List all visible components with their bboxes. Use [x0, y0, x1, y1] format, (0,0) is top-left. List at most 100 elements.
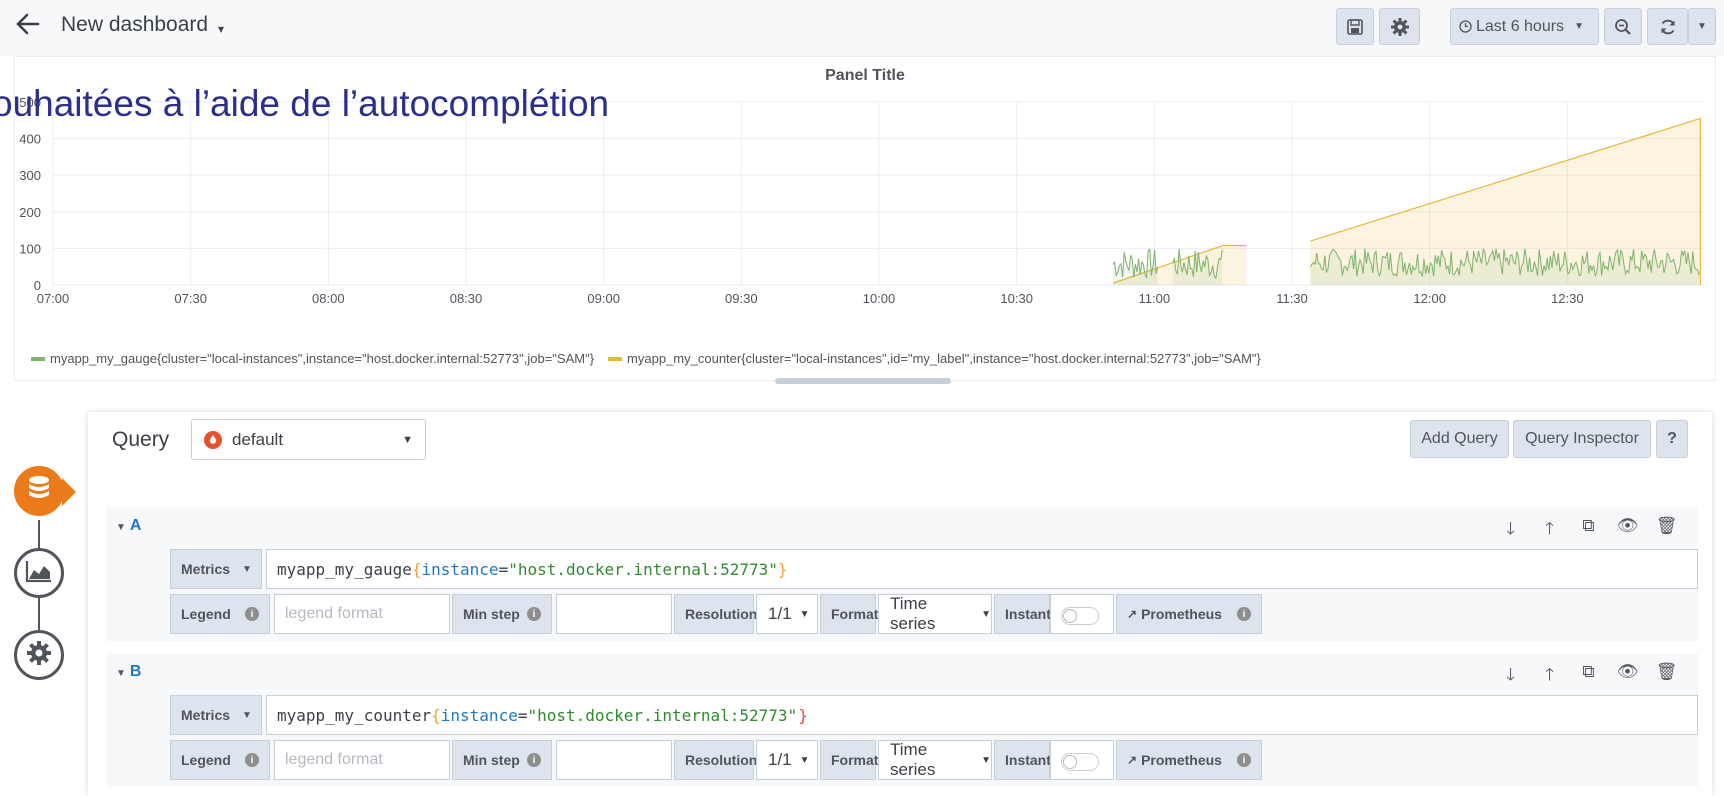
x-tick-label: 10:30: [1000, 291, 1033, 306]
instant-toggle-box: [1050, 740, 1114, 780]
query-refid-a[interactable]: ▼ A: [116, 517, 141, 535]
move-down-icon[interactable]: 🡓: [1491, 662, 1530, 691]
info-icon[interactable]: i: [527, 753, 541, 767]
legend-item-counter[interactable]: myapp_my_counter{cluster="local-instance…: [608, 351, 1261, 366]
chevron-down-icon: ▼: [242, 709, 252, 721]
promql-expression-input[interactable]: myapp_my_gauge{instance = "host.docker.int…: [266, 549, 1698, 589]
toggle-knob: [1063, 755, 1077, 769]
datasource-picker[interactable]: default ▼: [191, 419, 426, 460]
refresh-button[interactable]: [1647, 8, 1688, 45]
panel-resize-handle[interactable]: [775, 378, 951, 384]
prometheus-link-label[interactable]: ↗ Prometheus i: [1116, 594, 1262, 634]
chevron-down-icon: ▼: [402, 434, 413, 446]
resolution-select[interactable]: 1/1 ▼: [756, 594, 818, 634]
resolution-select[interactable]: 1/1 ▼: [756, 740, 818, 780]
resolution-value: 1/1: [768, 750, 792, 769]
gear-icon: [1390, 17, 1410, 37]
legend-format-input[interactable]: legend format: [274, 740, 450, 780]
promql-expression-input[interactable]: myapp_my_counter{instance = "host.docker.i…: [266, 695, 1698, 735]
info-icon[interactable]: i: [245, 753, 259, 767]
tab-general[interactable]: [14, 630, 64, 680]
eye-icon[interactable]: 👁: [1608, 662, 1647, 691]
move-up-icon[interactable]: 🡑: [1530, 662, 1569, 691]
prometheus-link-label[interactable]: ↗ Prometheus i: [1116, 740, 1262, 780]
dashboard-title[interactable]: New dashboard: [61, 13, 208, 37]
x-tick-label: 11:30: [1276, 291, 1308, 306]
instant-toggle[interactable]: [1061, 753, 1099, 771]
eye-icon[interactable]: 👁: [1608, 516, 1647, 545]
info-icon[interactable]: i: [1237, 753, 1251, 767]
instant-toggle-box: [1050, 594, 1114, 634]
database-icon: [26, 475, 52, 508]
expr-brace-open: {: [431, 705, 441, 725]
expr-equals: =: [498, 559, 509, 579]
query-section-label: Query: [112, 428, 170, 451]
legend-label-text: Legend: [181, 606, 231, 622]
legend-swatch-counter: [608, 356, 623, 361]
query-refid-b[interactable]: ▼ B: [116, 663, 141, 681]
trash-icon[interactable]: 🗑: [1647, 516, 1686, 545]
move-down-icon[interactable]: 🡓: [1491, 516, 1530, 545]
help-button[interactable]: ?: [1656, 420, 1688, 458]
expr-label-value: "host.docker.internal:52773": [527, 705, 798, 725]
prometheus-icon: [204, 430, 222, 449]
info-icon[interactable]: i: [1237, 607, 1251, 621]
active-tab-pointer: [62, 478, 76, 506]
save-dashboard-button[interactable]: [1336, 8, 1374, 45]
duplicate-icon[interactable]: ⧉: [1569, 662, 1608, 691]
legend-option-label: Legend i: [170, 594, 270, 634]
legend-format-input[interactable]: legend format: [274, 594, 450, 634]
x-tick-label: 07:30: [174, 291, 207, 306]
clock-icon: [1459, 20, 1472, 33]
prometheus-link-text: Prometheus: [1141, 752, 1222, 768]
metrics-dropdown[interactable]: Metrics ▼: [170, 695, 262, 735]
resolution-value: 1/1: [768, 604, 792, 623]
min-step-input[interactable]: [556, 740, 672, 780]
expr-brace-open: {: [411, 559, 422, 579]
trash-icon[interactable]: 🗑: [1647, 662, 1686, 691]
info-icon[interactable]: i: [527, 607, 541, 621]
format-option-label: Format: [820, 594, 878, 634]
expr-brace-close: }: [798, 705, 808, 725]
legend-label-counter: myapp_my_counter{cluster="local-instance…: [627, 351, 1261, 366]
chevron-down-icon: ▼: [242, 563, 252, 575]
dashboard-settings-button[interactable]: [1379, 8, 1420, 45]
graph-legend: myapp_my_gauge{cluster="local-instances"…: [31, 351, 1275, 366]
zoom-out-button[interactable]: [1604, 8, 1642, 45]
toggle-knob: [1063, 609, 1077, 623]
tab-queries[interactable]: [14, 466, 64, 516]
external-link-icon: ↗: [1127, 753, 1138, 767]
format-select[interactable]: Time series ▼: [878, 594, 992, 634]
instant-toggle[interactable]: [1061, 607, 1099, 625]
query-actions-a: 🡓 🡑 ⧉ 👁 🗑: [1491, 516, 1686, 545]
tab-visualization[interactable]: [14, 548, 64, 598]
prometheus-link-text: Prometheus: [1141, 606, 1222, 622]
duplicate-icon[interactable]: ⧉: [1569, 516, 1608, 545]
arrow-left-icon[interactable]: [14, 10, 46, 42]
chevron-down-icon[interactable]: ▾: [218, 22, 224, 36]
time-range-picker[interactable]: Last 6 hours ▼: [1450, 8, 1599, 45]
legend-item-gauge[interactable]: myapp_my_gauge{cluster="local-instances"…: [31, 351, 594, 366]
zoom-out-icon: [1614, 18, 1632, 36]
query-refid-label: A: [129, 517, 142, 534]
info-icon[interactable]: i: [245, 607, 259, 621]
chevron-down-icon: ▼: [981, 754, 991, 766]
format-select[interactable]: Time series ▼: [878, 740, 992, 780]
add-query-button[interactable]: Add Query: [1410, 420, 1509, 458]
min-step-input[interactable]: [556, 594, 672, 634]
query-inspector-button[interactable]: Query Inspector: [1513, 420, 1651, 458]
instant-option-label: Instant: [994, 594, 1051, 634]
legend-label-text: Legend: [181, 752, 231, 768]
metrics-dropdown[interactable]: Metrics ▼: [170, 549, 262, 589]
expr-label-key: instance: [421, 559, 499, 579]
dashboard-navbar: New dashboard ▾ Last 6 hours ▼ ▼: [0, 0, 1724, 56]
min-step-option-label: Min step i: [452, 740, 552, 780]
x-tick-label: 09:00: [587, 291, 620, 306]
query-editor: Query default ▼ Add Query Query Inspecto…: [88, 412, 1712, 796]
x-tick-label: 07:00: [37, 291, 70, 306]
refresh-interval-dropdown[interactable]: ▼: [1688, 8, 1716, 45]
format-value: Time series: [890, 594, 936, 633]
move-up-icon[interactable]: 🡑: [1530, 516, 1569, 545]
caret-down-icon: ▼: [116, 522, 126, 533]
expr-label-value: "host.docker.internal:52773": [508, 559, 778, 579]
